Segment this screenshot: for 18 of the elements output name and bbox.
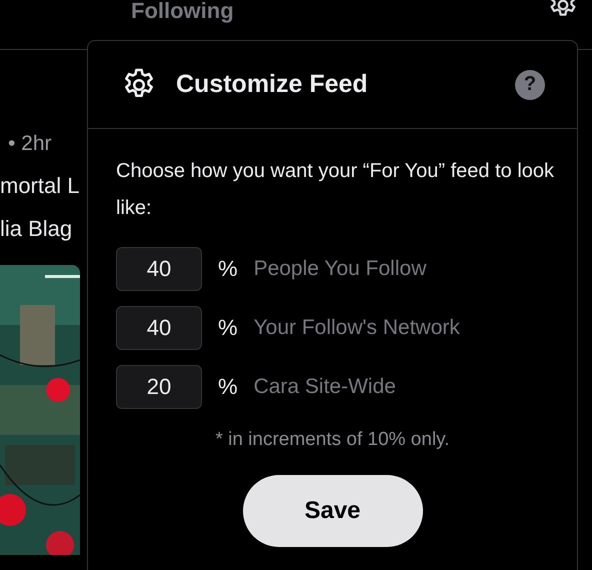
help-button[interactable]: ? (515, 70, 545, 100)
percent-sign: % (218, 256, 238, 282)
post-time: • 2hr (8, 132, 52, 156)
popup-title: Customize Feed (176, 70, 369, 99)
description: Choose how you want your “For You” feed to look like: (116, 159, 556, 221)
percent-field[interactable]: 40 (116, 247, 202, 291)
feed-tab[interactable]: Following (131, 0, 234, 22)
percent-sign: % (218, 374, 238, 400)
percent-sign: % (218, 315, 238, 341)
source-label: People You Follow (254, 257, 426, 281)
percent-field[interactable]: 40 (116, 306, 202, 350)
source-label: Cara Site-Wide (254, 375, 396, 399)
post-title[interactable]: mortal L (0, 173, 80, 199)
percent-field[interactable]: 20 (116, 365, 202, 409)
source-label: Your Follow's Network (254, 316, 460, 340)
save-button[interactable]: Save (242, 475, 422, 547)
post-author[interactable]: lia Blag (0, 216, 72, 242)
increment-note: * in increments of 10% only. (215, 429, 450, 451)
